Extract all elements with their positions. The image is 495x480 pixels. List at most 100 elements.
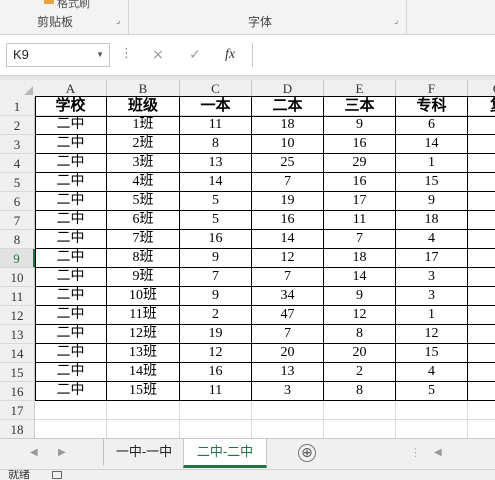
table-cell[interactable] bbox=[468, 116, 495, 135]
table-cell[interactable]: 1 bbox=[396, 306, 468, 325]
row-header-16[interactable]: 16 bbox=[0, 382, 35, 401]
table-cell[interactable] bbox=[468, 382, 495, 401]
row-header-17[interactable]: 17 bbox=[0, 401, 35, 420]
row-header-18[interactable]: 18 bbox=[0, 420, 35, 438]
table-cell[interactable]: 3 bbox=[396, 268, 468, 287]
table-cell[interactable] bbox=[468, 192, 495, 211]
font-launcher-icon[interactable]: ⌟ bbox=[394, 17, 403, 26]
table-cell[interactable]: 4 bbox=[396, 363, 468, 382]
column-header-e[interactable]: E bbox=[324, 80, 396, 97]
tab-scroll-left-icon[interactable]: ◀ bbox=[30, 447, 38, 458]
table-cell[interactable]: 13 bbox=[180, 154, 252, 173]
table-cell[interactable]: 二中 bbox=[35, 192, 107, 211]
scroll-left-icon[interactable]: ◀ bbox=[434, 447, 442, 458]
table-cell[interactable]: 5班 bbox=[107, 192, 180, 211]
column-header-g[interactable]: G bbox=[468, 80, 495, 97]
table-cell[interactable]: 二中 bbox=[35, 211, 107, 230]
table-cell[interactable]: 11 bbox=[180, 382, 252, 401]
formula-bar-grip-icon[interactable]: ⋮ bbox=[120, 47, 133, 60]
table-cell[interactable]: 16 bbox=[324, 173, 396, 192]
table-cell[interactable]: 14 bbox=[396, 135, 468, 154]
table-cell[interactable] bbox=[468, 268, 495, 287]
sheet-tab-yizhong[interactable]: 一中-一中 bbox=[103, 439, 185, 465]
table-cell[interactable]: 8班 bbox=[107, 249, 180, 268]
table-cell[interactable]: 18 bbox=[396, 211, 468, 230]
table-header-cell[interactable]: 二本 bbox=[252, 97, 324, 117]
table-cell[interactable] bbox=[468, 325, 495, 344]
table-cell[interactable]: 二中 bbox=[35, 306, 107, 325]
table-cell[interactable]: 9 bbox=[324, 116, 396, 135]
table-cell[interactable]: 47 bbox=[252, 306, 324, 325]
macro-record-icon[interactable] bbox=[52, 471, 62, 479]
table-header-cell[interactable]: 专科 bbox=[396, 97, 468, 117]
table-header-cell[interactable]: 班级 bbox=[107, 97, 180, 117]
table-cell[interactable]: 二中 bbox=[35, 268, 107, 287]
table-cell[interactable]: 7 bbox=[252, 325, 324, 344]
table-cell[interactable]: 1 bbox=[396, 154, 468, 173]
table-cell[interactable]: 3班 bbox=[107, 154, 180, 173]
table-cell[interactable]: 7 bbox=[324, 230, 396, 249]
table-cell[interactable]: 19 bbox=[180, 325, 252, 344]
table-cell[interactable]: 15 bbox=[396, 173, 468, 192]
row-header-7[interactable]: 7 bbox=[0, 211, 35, 230]
column-header-a[interactable]: A bbox=[35, 80, 107, 97]
table-cell[interactable]: 二中 bbox=[35, 135, 107, 154]
tab-scroll-right-icon[interactable]: ▶ bbox=[58, 447, 66, 458]
table-cell[interactable]: 5 bbox=[396, 382, 468, 401]
table-cell[interactable]: 9 bbox=[324, 287, 396, 306]
row-header-3[interactable]: 3 bbox=[0, 135, 35, 154]
table-header-cell[interactable]: 复 bbox=[468, 97, 495, 117]
worksheet-grid[interactable]: ABCDEFG123456789101112131415161718学校班级一本… bbox=[0, 80, 495, 438]
table-cell[interactable]: 7班 bbox=[107, 230, 180, 249]
select-all-button[interactable] bbox=[0, 80, 36, 98]
table-cell[interactable] bbox=[468, 230, 495, 249]
row-header-12[interactable]: 12 bbox=[0, 306, 35, 325]
table-cell[interactable]: 11 bbox=[324, 211, 396, 230]
table-cell[interactable]: 12 bbox=[252, 249, 324, 268]
table-cell[interactable]: 29 bbox=[324, 154, 396, 173]
table-cell[interactable] bbox=[468, 287, 495, 306]
table-cell[interactable]: 9 bbox=[180, 249, 252, 268]
table-cell[interactable]: 6 bbox=[396, 116, 468, 135]
table-cell[interactable]: 17 bbox=[324, 192, 396, 211]
table-cell[interactable]: 2 bbox=[180, 306, 252, 325]
row-header-13[interactable]: 13 bbox=[0, 325, 35, 344]
row-header-5[interactable]: 5 bbox=[0, 173, 35, 192]
table-cell[interactable] bbox=[468, 173, 495, 192]
table-cell[interactable]: 二中 bbox=[35, 173, 107, 192]
table-cell[interactable]: 14 bbox=[324, 268, 396, 287]
table-cell[interactable]: 二中 bbox=[35, 230, 107, 249]
table-cell[interactable]: 7 bbox=[180, 268, 252, 287]
table-cell[interactable] bbox=[468, 154, 495, 173]
table-cell[interactable]: 13 bbox=[252, 363, 324, 382]
table-cell[interactable]: 20 bbox=[324, 344, 396, 363]
table-cell[interactable]: 16 bbox=[180, 363, 252, 382]
table-cell[interactable]: 2班 bbox=[107, 135, 180, 154]
column-header-b[interactable]: B bbox=[107, 80, 180, 97]
table-cell[interactable]: 4 bbox=[396, 230, 468, 249]
table-cell[interactable]: 16 bbox=[252, 211, 324, 230]
table-cell[interactable]: 二中 bbox=[35, 116, 107, 135]
table-cell[interactable]: 二中 bbox=[35, 382, 107, 401]
table-cell[interactable]: 15 bbox=[396, 344, 468, 363]
table-cell[interactable]: 7 bbox=[252, 268, 324, 287]
table-cell[interactable]: 14 bbox=[180, 173, 252, 192]
table-cell[interactable]: 7 bbox=[252, 173, 324, 192]
table-cell[interactable] bbox=[468, 135, 495, 154]
table-header-cell[interactable]: 学校 bbox=[35, 97, 107, 117]
table-cell[interactable]: 34 bbox=[252, 287, 324, 306]
table-cell[interactable]: 10 bbox=[252, 135, 324, 154]
row-header-2[interactable]: 2 bbox=[0, 116, 35, 135]
row-header-8[interactable]: 8 bbox=[0, 230, 35, 249]
row-header-6[interactable]: 6 bbox=[0, 192, 35, 211]
row-header-14[interactable]: 14 bbox=[0, 344, 35, 363]
table-cell[interactable] bbox=[468, 211, 495, 230]
row-header-10[interactable]: 10 bbox=[0, 268, 35, 287]
table-cell[interactable]: 8 bbox=[324, 382, 396, 401]
format-painter-icon[interactable] bbox=[44, 0, 54, 4]
table-cell[interactable]: 8 bbox=[180, 135, 252, 154]
table-cell[interactable]: 3 bbox=[396, 287, 468, 306]
table-header-cell[interactable]: 一本 bbox=[180, 97, 252, 117]
table-cell[interactable]: 9 bbox=[396, 192, 468, 211]
table-cell[interactable]: 10班 bbox=[107, 287, 180, 306]
